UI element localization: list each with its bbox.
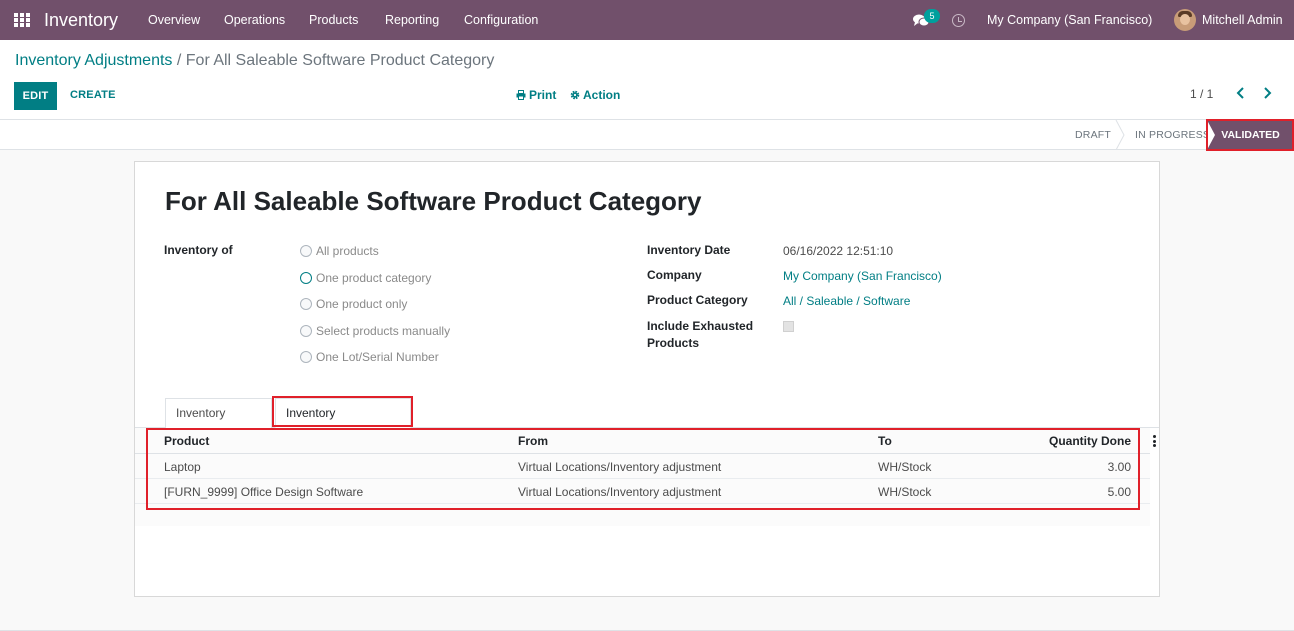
stage-separator-icon <box>1115 120 1125 150</box>
print-button[interactable]: Print <box>516 88 556 102</box>
validated-highlight-box <box>1206 119 1294 151</box>
include-exhausted-checkbox[interactable] <box>783 321 794 332</box>
create-button[interactable]: CREATE <box>70 89 116 101</box>
print-icon <box>516 90 526 100</box>
menu-overview[interactable]: Overview <box>148 13 200 27</box>
avatar[interactable] <box>1174 9 1196 31</box>
breadcrumb-separator: / <box>172 52 186 69</box>
menu-reporting[interactable]: Reporting <box>385 13 439 27</box>
include-exhausted-label: Include Exhausted Products <box>647 318 753 352</box>
breadcrumb-current: For All Saleable Software Product Catego… <box>185 52 495 69</box>
top-navbar: Inventory Overview Operations Products R… <box>0 0 1294 40</box>
tab-highlight-box <box>272 396 413 427</box>
company-link[interactable]: My Company (San Francisco) <box>783 269 942 283</box>
optional-columns-kebab-icon[interactable] <box>1153 435 1156 447</box>
chevron-left-icon[interactable] <box>1234 86 1248 100</box>
radio-one-product-only[interactable] <box>300 298 312 310</box>
gear-icon <box>570 90 580 100</box>
apps-grid-icon[interactable] <box>14 13 30 27</box>
tab-inventory-details[interactable]: Inventory Details <box>165 398 272 448</box>
radio-one-product-category-label: One product category <box>316 271 432 285</box>
radio-all-products[interactable] <box>300 245 312 257</box>
edit-button[interactable]: EDIT <box>14 82 57 110</box>
radio-one-lot-serial-number[interactable] <box>300 351 312 363</box>
form-sheet: For All Saleable Software Product Catego… <box>134 161 1160 597</box>
app-title[interactable]: Inventory <box>44 10 118 31</box>
company-switcher[interactable]: My Company (San Francisco) <box>987 13 1152 27</box>
radio-all-products-label: All products <box>316 244 379 258</box>
inventory-of-label: Inventory of <box>164 243 233 257</box>
include-exhausted-label-line1: Include Exhausted <box>647 319 754 333</box>
page-title: For All Saleable Software Product Catego… <box>165 186 702 216</box>
action-label: Action <box>583 88 621 102</box>
include-exhausted-label-line2: Products <box>647 336 700 350</box>
messages-count-badge: 5 <box>924 9 940 23</box>
stage-in-progress[interactable]: IN PROGRESS <box>1135 120 1210 150</box>
radio-one-product-category[interactable] <box>300 272 312 284</box>
activity-clock-icon[interactable] <box>952 14 965 27</box>
inventory-date-label: Inventory Date <box>647 243 731 257</box>
control-panel: Inventory Adjustments / For All Saleable… <box>0 40 1294 120</box>
menu-configuration[interactable]: Configuration <box>464 13 538 27</box>
user-menu[interactable]: Mitchell Admin <box>1202 13 1283 27</box>
product-category-label: Product Category <box>647 293 748 307</box>
stage-draft[interactable]: DRAFT <box>1075 120 1111 150</box>
inventory-date-value: 06/16/2022 12:51:10 <box>783 244 894 258</box>
chevron-right-icon[interactable] <box>1260 86 1274 100</box>
product-category-link[interactable]: All / Saleable / Software <box>783 294 910 308</box>
table-highlight-box <box>146 428 1140 510</box>
menu-products[interactable]: Products <box>309 13 358 27</box>
breadcrumb-inventory-adjustments[interactable]: Inventory Adjustments <box>15 52 172 69</box>
pager-value[interactable]: 1 / 1 <box>1190 87 1213 101</box>
menu-operations[interactable]: Operations <box>224 13 285 27</box>
print-label: Print <box>529 88 557 102</box>
radio-one-product-only-label: One product only <box>316 297 408 311</box>
radio-select-products-manually-label: Select products manually <box>316 324 451 338</box>
radio-select-products-manually[interactable] <box>300 325 312 337</box>
breadcrumb: Inventory Adjustments / For All Saleable… <box>15 52 494 70</box>
radio-one-lot-serial-number-label: One Lot/Serial Number <box>316 350 439 364</box>
company-label: Company <box>647 268 702 282</box>
status-bar: DRAFT IN PROGRESS VALIDATED <box>0 120 1294 150</box>
action-button[interactable]: Action <box>570 88 620 102</box>
